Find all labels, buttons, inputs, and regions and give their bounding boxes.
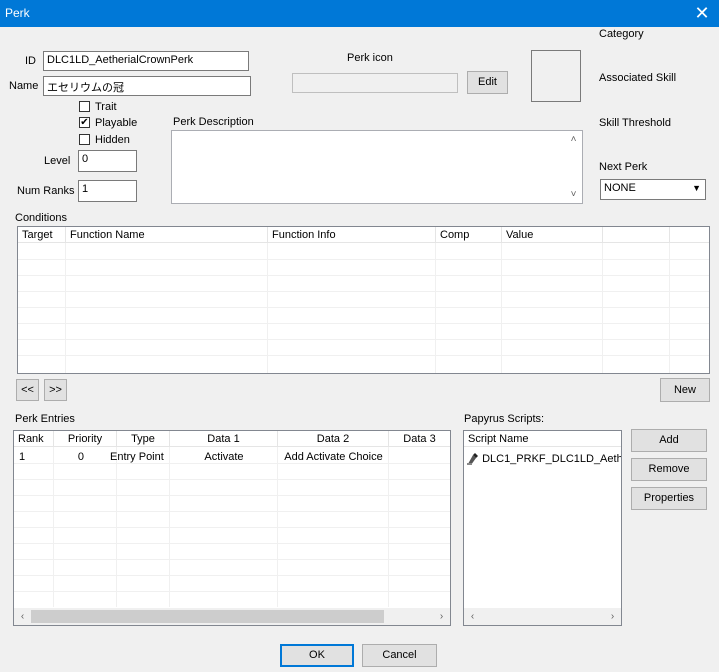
type-cell: Entry Point: [110, 451, 164, 463]
grid-line: [14, 479, 450, 480]
name-label: Name: [9, 80, 39, 92]
grid-line: [14, 543, 450, 544]
column-header-extra-1[interactable]: [603, 227, 670, 243]
num-ranks-label: Num Ranks: [17, 185, 75, 197]
skill-threshold-label: Skill Threshold: [599, 117, 671, 129]
grid-line: [18, 323, 709, 324]
grid-line: [501, 243, 502, 373]
playable-label: Playable: [95, 117, 138, 129]
grid-line: [18, 339, 709, 340]
column-header-data-3[interactable]: Data 3: [389, 431, 450, 447]
grid-line: [669, 243, 670, 373]
scroll-up-icon[interactable]: ˄: [565, 131, 582, 148]
previous-condition-button[interactable]: <<: [16, 379, 39, 401]
list-item[interactable]: DLC1_PRKF_DLC1LD_Aether: [466, 451, 621, 467]
priority-cell: 0: [77, 451, 84, 463]
grid-line: [14, 559, 450, 560]
chevron-down-icon[interactable]: ▼: [692, 183, 701, 193]
data-2-cell: Add Activate Choice: [284, 451, 383, 463]
grid-line: [65, 243, 66, 373]
column-header-script-name[interactable]: Script Name: [464, 431, 621, 447]
perk-icon-path-field: [292, 73, 458, 93]
hidden-checkbox[interactable]: [79, 134, 90, 145]
title-bar: [0, 0, 719, 27]
grid-line: [18, 307, 709, 308]
perk-entries-label: Perk Entries: [15, 413, 75, 425]
next-perk-label: Next Perk: [599, 161, 648, 173]
grid-line: [14, 575, 450, 576]
associated-skill-label: Associated Skill: [599, 72, 677, 84]
column-header-data-2[interactable]: Data 2: [278, 431, 389, 447]
scroll-thumb[interactable]: [31, 610, 384, 623]
name-field[interactable]: エセリウムの冠: [43, 76, 251, 96]
next-perk-select[interactable]: NONE ▼: [600, 179, 706, 200]
remove-script-button[interactable]: Remove: [631, 458, 707, 481]
perk-entries-hscrollbar[interactable]: ‹ ›: [14, 608, 450, 625]
perk-icon-label: Perk icon: [347, 52, 393, 64]
next-perk-value: NONE: [604, 182, 636, 194]
script-icon: [467, 452, 478, 465]
hidden-label: Hidden: [95, 134, 130, 146]
data-3-cell: [389, 449, 450, 465]
grid-line: [18, 259, 709, 260]
trait-label: Trait: [95, 101, 117, 113]
column-header-type[interactable]: Type: [117, 431, 170, 447]
papyrus-scripts-label: Papyrus Scripts:: [464, 413, 545, 425]
column-header-target[interactable]: Target: [18, 227, 66, 243]
category-label: Category: [599, 28, 644, 40]
grid-line: [14, 511, 450, 512]
ok-button[interactable]: OK: [280, 644, 354, 667]
conditions-label: Conditions: [15, 212, 67, 224]
papyrus-scripts-list[interactable]: Script Name DLC1_PRKF_DLC1LD_Aether ‹ ›: [463, 430, 622, 626]
level-field[interactable]: 0: [78, 150, 137, 172]
scroll-down-icon[interactable]: ˅: [565, 186, 582, 203]
window-title: Perk: [5, 6, 30, 20]
column-header-priority[interactable]: Priority: [54, 431, 117, 447]
trait-checkbox[interactable]: [79, 101, 90, 112]
column-header-data-1[interactable]: Data 1: [170, 431, 278, 447]
grid-line: [14, 527, 450, 528]
grid-line: [18, 291, 709, 292]
column-header-function-name[interactable]: Function Name: [66, 227, 268, 243]
perk-entries-list[interactable]: Rank Priority Type Data 1 Data 2 Data 3 …: [13, 430, 451, 626]
perk-icon-preview: [531, 50, 581, 102]
column-header-extra-2[interactable]: [670, 227, 709, 243]
id-label: ID: [25, 55, 36, 67]
scroll-left-icon[interactable]: ‹: [14, 608, 31, 625]
script-name-text: DLC1_PRKF_DLC1LD_Aether: [482, 453, 621, 465]
level-label: Level: [44, 155, 71, 167]
scripts-hscrollbar[interactable]: ‹ ›: [464, 608, 621, 625]
column-header-rank[interactable]: Rank: [14, 431, 54, 447]
column-header-comp[interactable]: Comp: [436, 227, 502, 243]
close-icon[interactable]: ✕: [690, 2, 714, 24]
description-scrollbar[interactable]: ˄ ˅: [565, 131, 582, 203]
grid-line: [14, 591, 450, 592]
column-header-function-info[interactable]: Function Info: [268, 227, 436, 243]
grid-line: [602, 243, 603, 373]
scroll-right-icon[interactable]: ›: [604, 608, 621, 625]
grid-line: [267, 243, 268, 373]
data-1-cell: Activate: [204, 451, 244, 463]
conditions-list[interactable]: Target Function Name Function Info Comp …: [17, 226, 710, 374]
scroll-right-icon[interactable]: ›: [433, 608, 450, 625]
next-condition-button[interactable]: >>: [44, 379, 67, 401]
grid-line: [18, 275, 709, 276]
edit-icon-button[interactable]: Edit: [467, 71, 508, 94]
perk-description-label: Perk Description: [173, 116, 254, 128]
properties-button[interactable]: Properties: [631, 487, 707, 510]
id-field[interactable]: DLC1LD_AetherialCrownPerk: [43, 51, 249, 71]
column-header-value[interactable]: Value: [502, 227, 603, 243]
rank-cell: 1: [19, 451, 26, 463]
new-condition-button[interactable]: New: [660, 378, 710, 402]
scroll-left-icon[interactable]: ‹: [464, 608, 481, 625]
cancel-button[interactable]: Cancel: [362, 644, 437, 667]
grid-line: [14, 495, 450, 496]
perk-description-textarea[interactable]: ˄ ˅: [171, 130, 583, 204]
playable-checkbox[interactable]: ✔: [79, 117, 90, 128]
grid-line: [435, 243, 436, 373]
num-ranks-field[interactable]: 1: [78, 180, 137, 202]
grid-line: [18, 355, 709, 356]
add-script-button[interactable]: Add: [631, 429, 707, 452]
